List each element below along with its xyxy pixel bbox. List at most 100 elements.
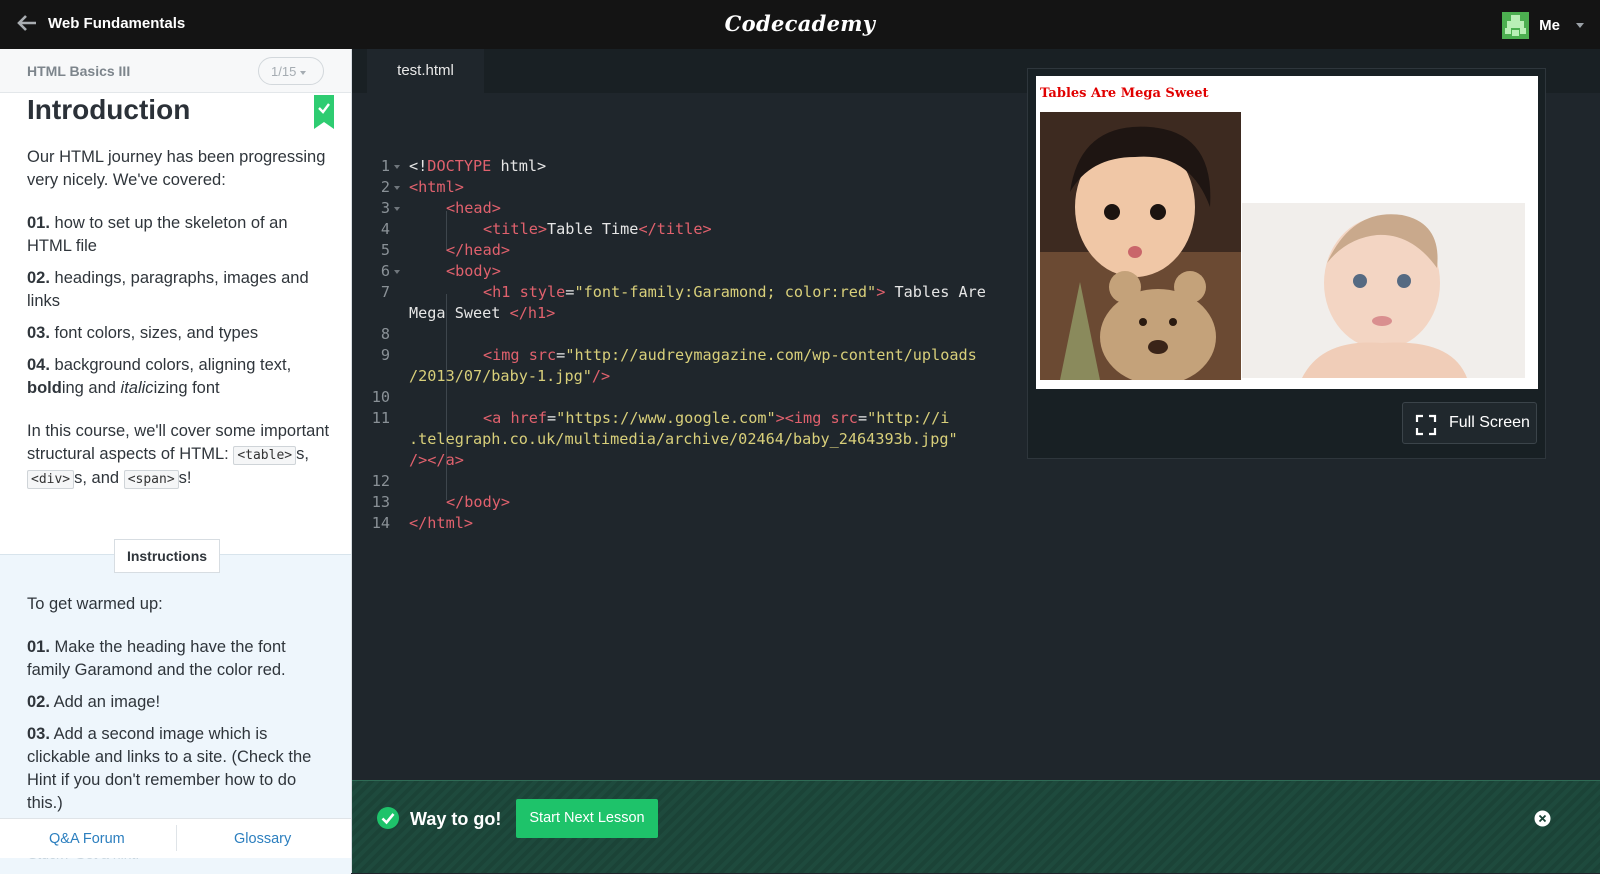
full-screen-label: Full Screen	[1449, 414, 1530, 431]
code-token: src	[830, 409, 858, 427]
code-tag-table: <table>	[233, 446, 297, 465]
list-number: 02.	[27, 269, 50, 287]
chevron-down-icon	[300, 70, 307, 75]
code-token: "font-family:Garamond; color:red"	[574, 283, 877, 301]
code-tag-span: <span>	[123, 470, 179, 489]
code-text: </html>	[409, 514, 474, 532]
tag-suffix: s,	[296, 445, 309, 463]
italic-text: italic	[120, 379, 154, 397]
instructions-label: Instructions	[114, 539, 220, 573]
success-bar: Way to go! Start Next Lesson	[352, 780, 1600, 873]
line-number: 4	[380, 220, 390, 238]
fold-icon[interactable]	[394, 207, 400, 211]
tab-test-html[interactable]: test.html	[367, 49, 484, 93]
code-token: <a	[483, 409, 511, 427]
line-number: 13	[371, 493, 390, 511]
baby-photo-1	[1040, 112, 1241, 380]
line-number: 12	[371, 472, 390, 490]
qa-forum-link[interactable]: Q&A Forum	[49, 831, 125, 847]
tag-suffix: s!	[178, 469, 192, 487]
instructions-body: To get warmed up: 01. Make the heading h…	[27, 593, 333, 824]
list-number: 04.	[27, 356, 50, 374]
line-number: 10	[371, 388, 390, 406]
lesson-title: Introduction	[27, 94, 191, 125]
expand-icon	[1415, 414, 1437, 436]
user-menu[interactable]: Me	[1502, 12, 1584, 39]
line-number: 2	[380, 178, 390, 196]
code-text: <body>	[446, 262, 501, 280]
line-number: 11	[371, 409, 390, 427]
instruction-step: 02. Add an image!	[27, 691, 333, 714]
code-token: Table Time	[547, 220, 639, 238]
start-next-lesson-button[interactable]: Start Next Lesson	[516, 799, 658, 838]
code-token: "https://www.google.com"	[556, 409, 776, 427]
preview-heading: Tables Are Mega Sweet	[1040, 86, 1209, 101]
intro-paragraph: Our HTML journey has been progressing ve…	[27, 148, 326, 189]
lesson-body: Our HTML journey has been progressing ve…	[27, 146, 333, 511]
code-token: </title>	[638, 220, 712, 238]
lesson-footer-links: Q&A Forum Glossary	[0, 818, 351, 858]
code-token: ><img	[775, 409, 831, 427]
code-token: <title>	[483, 220, 548, 238]
chevron-down-icon	[1576, 23, 1584, 28]
code-tag-div: <div>	[27, 470, 75, 489]
code-token: /2013/07/baby-1.jpg"	[409, 367, 592, 385]
top-bar: Web Fundamentals Codecademy Me	[0, 0, 1600, 49]
code-text: .telegraph.co.uk/multimedia/archive/0246…	[409, 430, 958, 448]
user-name: Me	[1539, 17, 1560, 34]
code-token: src	[528, 346, 557, 364]
course-paragraph: In this course, we'll cover some importa…	[27, 420, 333, 491]
step-text: Add an image!	[53, 693, 161, 711]
line-number: 8	[380, 325, 390, 343]
tag-suffix: s, and	[74, 469, 124, 487]
fold-icon[interactable]	[394, 186, 400, 190]
line-number: 1	[380, 157, 390, 175]
list-item: 01. how to set up the skeleton of an HTM…	[27, 212, 333, 258]
indent-guide	[446, 294, 447, 500]
preview-page: Tables Are Mega Sweet	[1036, 76, 1538, 389]
code-text: <a href="https://www.google.com"><img sr…	[483, 409, 949, 427]
list-text: background colors, aligning text,	[54, 356, 292, 374]
list-text: ing and	[61, 379, 121, 397]
list-item: 04. background colors, aligning text, bo…	[27, 354, 333, 400]
code-text: Mega Sweet </h1>	[409, 304, 555, 322]
success-message: Way to go!	[410, 809, 502, 829]
code-token: =	[547, 409, 557, 427]
list-item: 02. headings, paragraphs, images and lin…	[27, 267, 333, 313]
glossary-link[interactable]: Glossary	[234, 831, 291, 847]
code-token: <h1	[483, 283, 520, 301]
line-number: 7	[380, 283, 390, 301]
instruction-step: 03. Add a second image which is clickabl…	[27, 723, 333, 815]
code-text: <!DOCTYPE html>	[409, 157, 546, 175]
full-screen-button[interactable]: Full Screen	[1402, 402, 1537, 444]
code-text: <head>	[446, 199, 501, 217]
code-text: <img src="http://audreymagazine.com/wp-c…	[483, 346, 977, 364]
code-text: <title>Table Time</title>	[483, 220, 712, 238]
fold-icon[interactable]	[394, 165, 400, 169]
list-text: headings, paragraphs, images and links	[27, 269, 309, 310]
instruction-step: 01. Make the heading have the font famil…	[27, 636, 333, 682]
code-token: </h1>	[509, 304, 556, 322]
step-text: Add a second image which is clickable an…	[27, 725, 312, 812]
preview-pane: Tables Are Mega Sweet Full Screen	[1027, 68, 1546, 459]
code-token: DOCTYPE	[427, 157, 492, 175]
pager-label: 1/15	[271, 64, 297, 79]
close-icon[interactable]	[1534, 810, 1551, 827]
back-to-course-link[interactable]: Web Fundamentals	[16, 12, 185, 34]
code-token: =	[556, 346, 566, 364]
line-number: 14	[371, 514, 390, 532]
list-text: font colors, sizes, and types	[54, 324, 259, 342]
code-token: html>	[491, 157, 547, 175]
code-token: style	[519, 283, 566, 301]
divider	[176, 825, 177, 851]
course-title: Web Fundamentals	[48, 14, 186, 32]
lesson-header: HTML Basics III 1/15	[0, 49, 351, 93]
code-text: </body>	[446, 493, 511, 511]
exercise-pager[interactable]: 1/15	[258, 57, 324, 85]
fold-icon[interactable]	[394, 270, 400, 274]
code-text: <html>	[409, 178, 464, 196]
covered-list: 01. how to set up the skeleton of an HTM…	[27, 212, 333, 400]
baby-photo-2[interactable]	[1242, 203, 1525, 378]
line-number: 3	[380, 199, 390, 217]
unit-title: HTML Basics III	[27, 63, 131, 79]
